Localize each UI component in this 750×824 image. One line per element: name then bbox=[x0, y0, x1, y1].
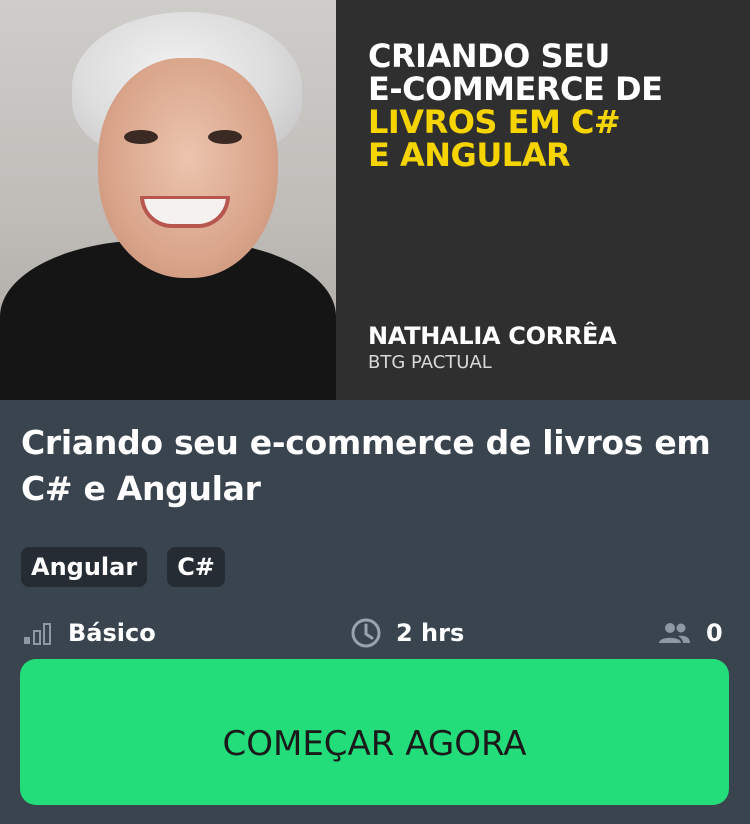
course-title[interactable]: Criando seu e-commerce de livros em C# e… bbox=[21, 420, 731, 512]
banner-headline-highlight: E ANGULAR bbox=[368, 136, 571, 174]
banner-headline-line: CRIANDO SEU bbox=[368, 37, 610, 75]
clock-icon bbox=[350, 617, 382, 649]
start-now-button[interactable]: COMEÇAR AGORA bbox=[20, 659, 729, 805]
banner-headline-line: E-COMMERCE DE bbox=[368, 70, 663, 108]
instructor-name: NATHALIA CORRÊA bbox=[368, 322, 617, 350]
course-level: Básico bbox=[22, 614, 156, 652]
course-tags: Angular C# bbox=[21, 547, 225, 587]
course-students: 0 bbox=[656, 614, 723, 652]
course-duration-label: 2 hrs bbox=[396, 619, 465, 647]
course-card: CRIANDO SEU E-COMMERCE DE LIVROS EM C# E… bbox=[0, 0, 750, 824]
course-students-count: 0 bbox=[706, 619, 723, 647]
tag-csharp[interactable]: C# bbox=[167, 547, 225, 587]
course-duration: 2 hrs bbox=[350, 614, 464, 652]
course-banner[interactable]: CRIANDO SEU E-COMMERCE DE LIVROS EM C# E… bbox=[0, 0, 750, 400]
people-icon bbox=[656, 621, 692, 645]
banner-headline-highlight: LIVROS EM C# bbox=[368, 103, 621, 141]
course-level-label: Básico bbox=[68, 619, 156, 647]
instructor-photo bbox=[0, 0, 336, 400]
banner-headline: CRIANDO SEU E-COMMERCE DE LIVROS EM C# E… bbox=[368, 40, 728, 172]
instructor-company: BTG PACTUAL bbox=[368, 352, 492, 373]
tag-angular[interactable]: Angular bbox=[21, 547, 148, 587]
signal-bars-icon bbox=[22, 621, 54, 645]
